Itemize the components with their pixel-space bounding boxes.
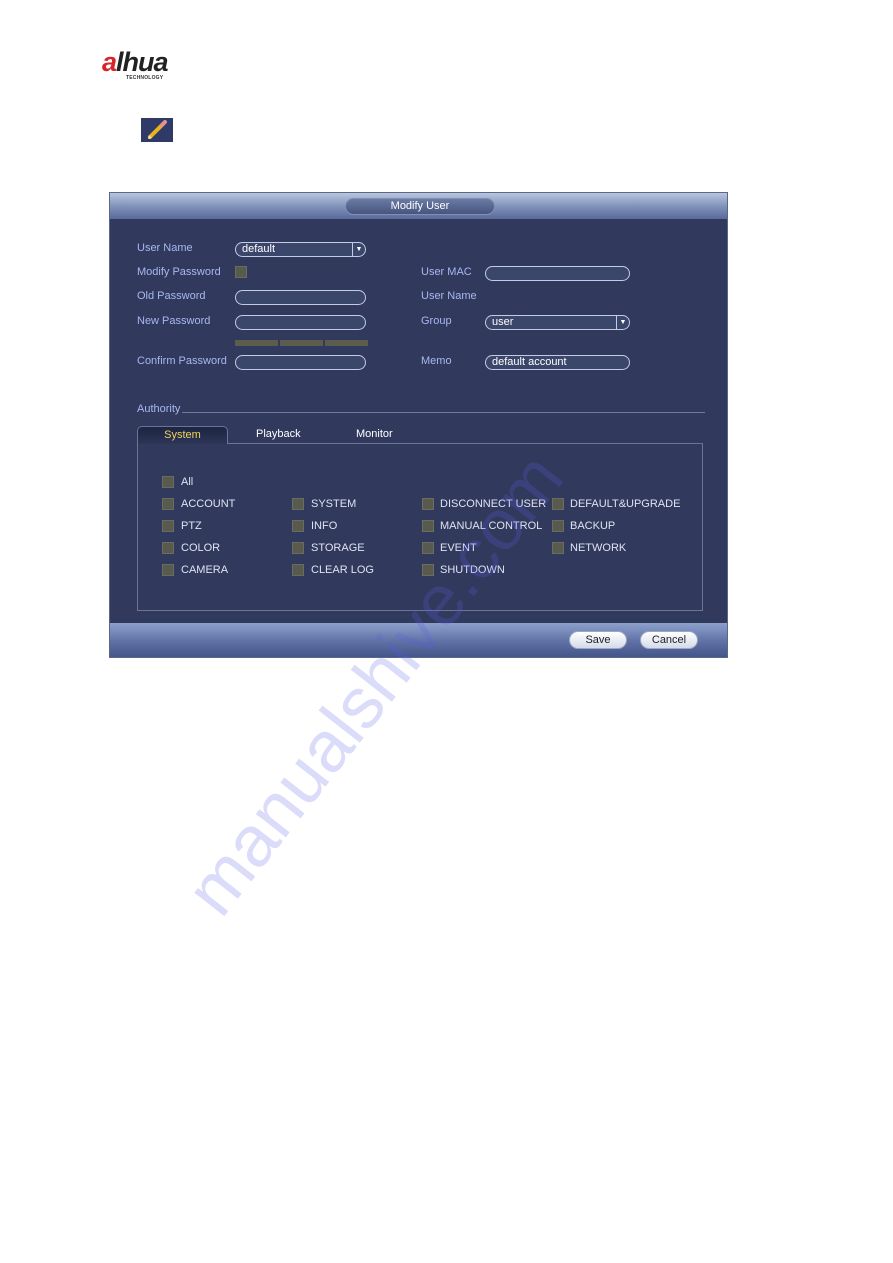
tab-playback[interactable]: Playback	[256, 428, 301, 440]
modify-password-label: Modify Password	[137, 266, 221, 278]
perm-label: SHUTDOWN	[440, 564, 505, 576]
dahua-logo: alhua TECHNOLOGY	[102, 47, 192, 83]
chevron-down-icon[interactable]: ▼	[616, 316, 629, 329]
perm-checkbox-event[interactable]	[422, 542, 434, 554]
perm-checkbox-ptz[interactable]	[162, 520, 174, 532]
perm-checkbox-backup[interactable]	[552, 520, 564, 532]
authority-panel	[137, 443, 703, 611]
save-button[interactable]: Save	[569, 631, 627, 649]
perm-label: NETWORK	[570, 542, 627, 554]
dialog-title: Modify User	[345, 198, 495, 215]
user-mac-label: User MAC	[421, 266, 472, 278]
group-dropdown[interactable]: user ▼	[485, 315, 630, 330]
logo-accent: a	[102, 47, 117, 77]
perm-label: DEFAULT&UPGRADE	[570, 498, 681, 510]
perm-checkbox-account[interactable]	[162, 498, 174, 510]
user-name-dropdown[interactable]: default ▼	[235, 242, 366, 257]
group-label: Group	[421, 315, 452, 327]
all-label: All	[181, 476, 194, 488]
perm-label: ACCOUNT	[181, 498, 236, 510]
perm-label: MANUAL CONTROL	[440, 520, 543, 532]
old-password-label: Old Password	[137, 290, 206, 302]
perm-label: SYSTEM	[311, 498, 357, 510]
memo-input[interactable]: default account	[485, 355, 630, 370]
chevron-down-icon[interactable]: ▼	[352, 243, 365, 256]
confirm-password-input[interactable]	[235, 355, 366, 370]
perm-checkbox-manual-control[interactable]	[422, 520, 434, 532]
cancel-button[interactable]: Cancel	[640, 631, 698, 649]
logo-wordmark: alhua	[102, 47, 169, 78]
new-password-label: New Password	[137, 315, 211, 327]
perm-checkbox-info[interactable]	[292, 520, 304, 532]
password-strength-segment	[325, 340, 368, 346]
tab-system[interactable]: System	[137, 426, 228, 444]
authority-divider	[182, 412, 705, 413]
dialog-footer: Save Cancel	[110, 623, 727, 657]
user-name-label: User Name	[137, 242, 193, 254]
perm-label: STORAGE	[311, 542, 365, 554]
perm-label: PTZ	[181, 520, 202, 532]
memo-label: Memo	[421, 355, 452, 367]
user-name-info-label: User Name	[421, 290, 477, 302]
password-strength-segment	[235, 340, 278, 346]
user-mac-input[interactable]	[485, 266, 630, 281]
confirm-password-label: Confirm Password	[137, 355, 227, 367]
all-checkbox[interactable]	[162, 476, 174, 488]
group-value: user	[492, 316, 514, 328]
dialog-titlebar: Modify User	[110, 193, 727, 219]
perm-label: INFO	[311, 520, 338, 532]
authority-label: Authority	[137, 403, 181, 415]
perm-checkbox-system[interactable]	[292, 498, 304, 510]
modify-user-dialog: Modify User User Name default ▼ Modify P…	[109, 192, 728, 658]
perm-label: CLEAR LOG	[311, 564, 374, 576]
perm-label: BACKUP	[570, 520, 616, 532]
pencil-icon	[141, 118, 173, 142]
old-password-input[interactable]	[235, 290, 366, 305]
modify-password-checkbox[interactable]	[235, 266, 247, 278]
perm-checkbox-color[interactable]	[162, 542, 174, 554]
user-name-value: default	[242, 243, 276, 255]
perm-checkbox-clear-log[interactable]	[292, 564, 304, 576]
perm-label: DISCONNECT USER	[440, 498, 547, 510]
new-password-input[interactable]	[235, 315, 366, 330]
perm-label: EVENT	[440, 542, 477, 554]
perm-checkbox-default-upgrade[interactable]	[552, 498, 564, 510]
perm-checkbox-camera[interactable]	[162, 564, 174, 576]
tab-monitor[interactable]: Monitor	[356, 428, 393, 440]
password-strength-segment	[280, 340, 323, 346]
perm-label: CAMERA	[181, 564, 229, 576]
perm-checkbox-disconnect-user[interactable]	[422, 498, 434, 510]
perm-checkbox-shutdown[interactable]	[422, 564, 434, 576]
perm-checkbox-storage[interactable]	[292, 542, 304, 554]
logo-tagline: TECHNOLOGY	[126, 75, 164, 81]
logo-text: lhua	[116, 47, 169, 77]
perm-label: COLOR	[181, 542, 221, 554]
perm-checkbox-network[interactable]	[552, 542, 564, 554]
